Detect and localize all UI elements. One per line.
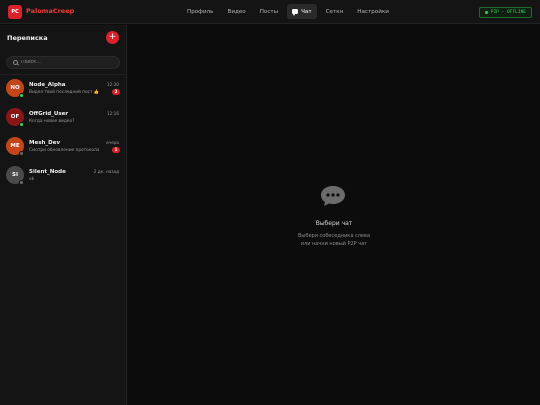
app-window: PC PalomaCreep Профиль Видео Посты Чат С… [0, 0, 540, 405]
nav-settings-label: Настройки [357, 8, 389, 15]
sidebar-title: Переписка [7, 34, 48, 42]
unread-badge: 2 [112, 89, 120, 95]
chat-list-item[interactable]: NO Node_Alpha 12:30 Видел твой последний… [0, 75, 126, 104]
sidebar-header: Переписка + [0, 25, 126, 51]
logo[interactable]: PC [8, 5, 22, 19]
chat-time: 2 дн. назад [93, 169, 119, 174]
nav-chat-label: Чат [301, 8, 312, 15]
online-status-icon [19, 122, 24, 127]
nav-profile[interactable]: Профиль [182, 4, 218, 19]
chat-name: OffGrid_User [29, 111, 69, 117]
status-dot-icon [484, 11, 488, 14]
chat-search[interactable] [6, 56, 120, 69]
search-icon [13, 60, 18, 65]
online-status-icon [19, 93, 24, 98]
empty-state-hint: или начни новый P2P чат [300, 241, 368, 247]
empty-state-hint: Выбери собеседника слева [297, 233, 371, 239]
main-nav: Профиль Видео Посты Чат Сеткн Настройки [182, 4, 394, 19]
search-input[interactable] [21, 60, 116, 65]
offline-status-icon [19, 180, 24, 185]
network-status-badge: P2P · OFFLINE [478, 7, 532, 18]
chat-sidebar: Переписка + NO Node_Alpha 12:30 Видел тв… [0, 25, 127, 405]
chat-preview: Когда новое видео? [29, 119, 75, 124]
chat-preview: Видел твой последний пост 👍 [29, 90, 100, 95]
chat-time: 12:16 [106, 111, 119, 116]
top-bar: PC PalomaCreep Профиль Видео Посты Чат С… [0, 0, 540, 24]
chat-icon [292, 9, 299, 16]
nav-network[interactable]: Сеткн [321, 4, 349, 19]
chat-name: Node_Alpha [29, 82, 66, 88]
chat-list: NO Node_Alpha 12:30 Видел твой последний… [0, 75, 126, 191]
nav-network-label: Сеткн [325, 8, 344, 15]
brand-name[interactable]: PalomaCreep [26, 7, 74, 15]
chat-time: вчера [106, 140, 119, 145]
nav-posts[interactable]: Посты [255, 4, 283, 19]
chat-time: 12:30 [106, 82, 119, 87]
nav-profile-label: Профиль [187, 8, 214, 15]
chat-bubble-icon [321, 186, 345, 206]
chat-preview: ok [29, 177, 35, 182]
chat-list-item[interactable]: ME Mesh_Dev вчера Смотри обновление прот… [0, 133, 126, 162]
chat-name: Mesh_Dev [29, 140, 61, 146]
nav-settings[interactable]: Настройки [352, 4, 394, 19]
chat-preview: Смотри обновление протокола [29, 148, 100, 153]
nav-video-label: Видео [227, 8, 246, 15]
chat-name: Silent_Node [29, 169, 66, 175]
offline-status-icon [19, 151, 24, 156]
new-chat-button[interactable]: + [106, 31, 119, 44]
unread-badge: 1 [112, 147, 120, 153]
nav-video[interactable]: Видео [222, 4, 250, 19]
chat-list-item[interactable]: SI Silent_Node 2 дн. назад ok [0, 162, 126, 191]
nav-chat[interactable]: Чат [287, 4, 317, 19]
nav-posts-label: Посты [259, 8, 279, 15]
chat-list-item[interactable]: OF OffGrid_User 12:16 Когда новое видео? [0, 104, 126, 133]
empty-state-title: Выбери чат [315, 220, 353, 227]
chat-main-panel: Выбери чат Выбери собеседника слева или … [128, 25, 540, 405]
network-status-text: P2P · OFFLINE [490, 10, 526, 15]
